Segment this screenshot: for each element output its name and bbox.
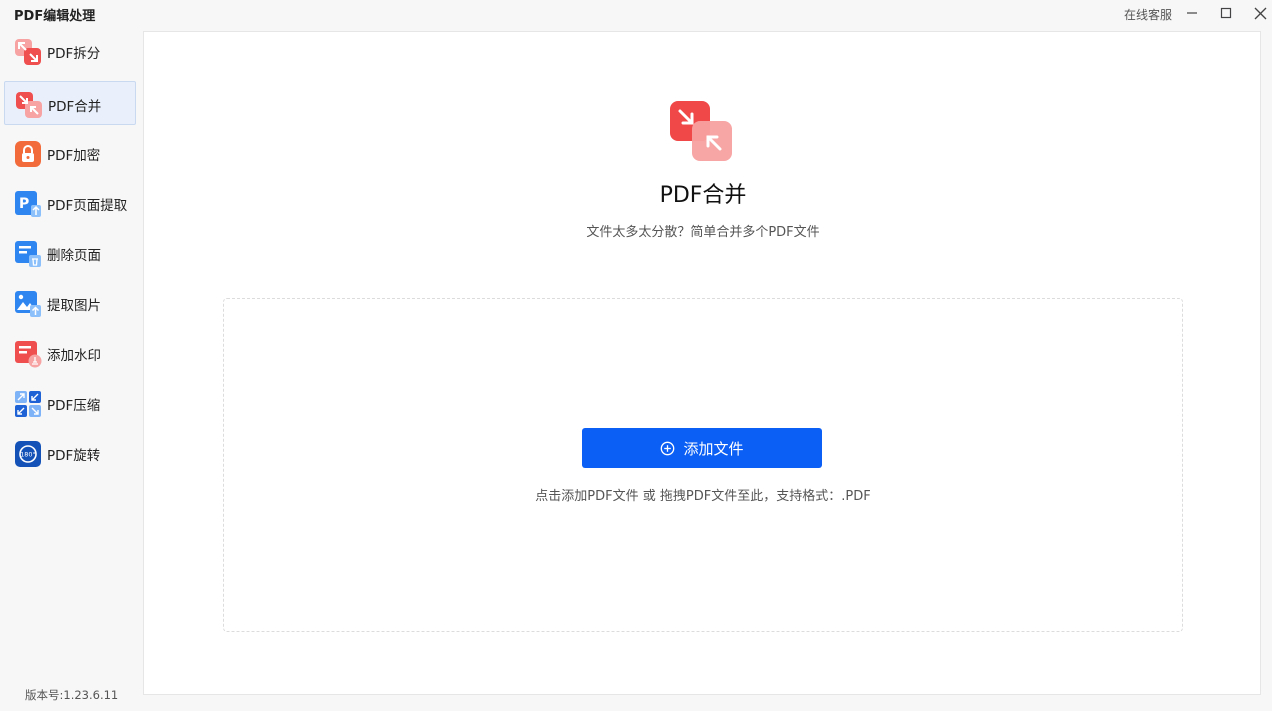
- add-file-button-label: 添加文件: [683, 439, 744, 458]
- compress-icon: [15, 391, 41, 417]
- merge-arrows-icon: [16, 92, 42, 118]
- main-panel: PDF合并 文件太多太分散？简单合并多个PDF文件 添加文件 点击添加PDF文件…: [143, 31, 1261, 695]
- sidebar-item-pdf-page-extract[interactable]: P PDF页面提取: [4, 181, 136, 225]
- close-icon: [1254, 7, 1266, 19]
- sidebar-item-label: PDF旋转: [47, 448, 101, 464]
- sidebar-item-label: PDF页面提取: [47, 198, 128, 214]
- minimize-button[interactable]: [1180, 2, 1204, 24]
- merge-arrows-icon: [670, 101, 732, 161]
- sidebar-item-label: 提取图片: [47, 298, 101, 314]
- sidebar-item-label: 添加水印: [47, 348, 101, 364]
- app-title: PDF编辑处理: [14, 9, 96, 24]
- sidebar-item-pdf-merge[interactable]: PDF合并: [4, 81, 136, 125]
- svg-text:P: P: [19, 196, 29, 212]
- sidebar: PDF拆分 PDF合并 PDF加密 P PDF页面提取 删除页面 提取图片 添加…: [0, 28, 140, 711]
- rotate-icon-label: 180°: [20, 451, 36, 459]
- sidebar-item-label: PDF合并: [48, 99, 102, 115]
- close-button[interactable]: [1248, 2, 1272, 24]
- rotate-180-icon: 180°: [15, 441, 41, 467]
- file-drop-zone[interactable]: 添加文件 点击添加PDF文件 或 拖拽PDF文件至此，支持格式：.PDF: [223, 298, 1183, 632]
- extract-image-icon: [15, 291, 41, 317]
- lock-icon: [15, 141, 41, 167]
- page-title: PDF合并: [659, 183, 747, 208]
- maximize-button[interactable]: [1214, 2, 1238, 24]
- add-file-button[interactable]: 添加文件: [582, 428, 822, 468]
- delete-page-icon: [15, 241, 41, 267]
- sidebar-item-add-watermark[interactable]: 添加水印: [4, 331, 136, 375]
- sidebar-item-label: PDF拆分: [47, 46, 101, 62]
- page-extract-icon: P: [15, 191, 41, 217]
- sidebar-item-pdf-encrypt[interactable]: PDF加密: [4, 131, 136, 175]
- plus-circle-icon: [661, 441, 675, 455]
- online-service-link[interactable]: 在线客服: [1124, 6, 1172, 23]
- sidebar-item-label: 删除页面: [47, 248, 101, 264]
- sidebar-item-label: PDF加密: [47, 148, 101, 164]
- title-bar: PDF编辑处理 在线客服: [0, 0, 1272, 28]
- sidebar-item-pdf-split[interactable]: PDF拆分: [4, 29, 136, 73]
- sidebar-item-delete-page[interactable]: 删除页面: [4, 231, 136, 275]
- page-subtitle: 文件太多太分散？简单合并多个PDF文件: [586, 225, 820, 240]
- version-label: 版本号:1.23.6.11: [25, 688, 119, 702]
- split-arrows-icon: [15, 39, 41, 65]
- sidebar-item-label: PDF压缩: [47, 398, 101, 414]
- maximize-icon: [1220, 7, 1232, 19]
- sidebar-item-pdf-rotate[interactable]: 180° PDF旋转: [4, 431, 136, 475]
- sidebar-item-extract-image[interactable]: 提取图片: [4, 281, 136, 325]
- sidebar-item-pdf-compress[interactable]: PDF压缩: [4, 381, 136, 425]
- drop-hint: 点击添加PDF文件 或 拖拽PDF文件至此，支持格式：.PDF: [535, 489, 871, 504]
- minimize-icon: [1187, 12, 1197, 14]
- watermark-icon: [15, 341, 42, 368]
